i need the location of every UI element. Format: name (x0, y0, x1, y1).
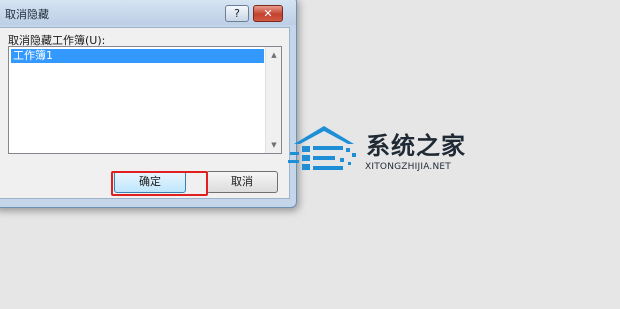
scroll-up-arrow-icon[interactable]: ▲ (266, 47, 282, 63)
help-button[interactable]: ? (225, 5, 249, 22)
cancel-button[interactable]: 取消 (206, 171, 278, 193)
list-item[interactable]: 工作簿1 (11, 49, 264, 63)
listbox-scrollbar[interactable]: ▲ ▼ (265, 47, 281, 153)
close-button[interactable]: ✕ (253, 5, 283, 22)
workbook-listbox[interactable]: 工作簿1 ▲ ▼ (8, 46, 282, 154)
watermark-title: 系统之家 (366, 132, 466, 160)
scroll-down-arrow-icon[interactable]: ▼ (266, 137, 282, 153)
ok-button-highlight-box (111, 171, 208, 196)
watermark-url: XITONGZHIJIA.NET (365, 162, 451, 172)
dialog-titlebar[interactable]: 取消隐藏 ? ✕ (0, 0, 296, 25)
watermark-house-logo-icon (288, 126, 356, 170)
dialog-title: 取消隐藏 (5, 8, 49, 21)
